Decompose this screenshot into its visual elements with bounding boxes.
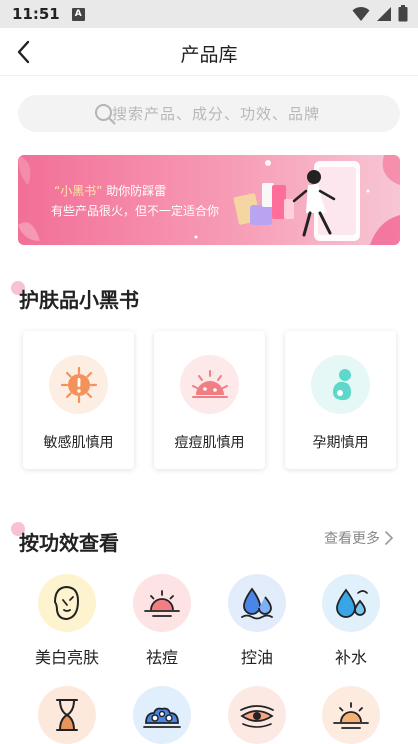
section-title-blacklist: 护肤品小黑书	[19, 288, 139, 312]
promo-banner[interactable]: “小黑书” 助你防踩雷 有些产品很火，但不一定适合你	[18, 155, 400, 245]
oil-drop-icon	[228, 574, 286, 632]
card-acne-skin[interactable]: 痘痘肌慎用	[154, 331, 265, 469]
see-more-link[interactable]: 查看更多	[324, 528, 394, 548]
status-icons	[352, 5, 408, 22]
signal-icon	[377, 6, 391, 21]
effect-oil-control[interactable]: 控油	[217, 574, 297, 668]
sunrise-icon	[322, 686, 380, 744]
effect-label: 补水	[334, 648, 367, 667]
sun-sensitive-icon	[49, 355, 108, 414]
effect-label: 控油	[240, 648, 273, 667]
effect-eye-care[interactable]	[217, 686, 297, 744]
banner-headline: “小黑书” 助你防踩雷	[54, 184, 167, 198]
effect-sunscreen[interactable]	[311, 686, 391, 744]
effect-label: 美白亮肤	[34, 648, 99, 667]
card-pregnancy[interactable]: 孕期慎用	[285, 331, 396, 469]
card-label: 敏感肌慎用	[43, 435, 114, 451]
effect-acne[interactable]: 祛痘	[122, 574, 202, 668]
face-icon	[38, 574, 96, 632]
effect-anti-aging[interactable]	[27, 686, 107, 744]
status-time: 11:51	[12, 5, 60, 23]
eye-icon	[228, 686, 286, 744]
search-placeholder: 搜索产品、成分、功效、品牌	[112, 105, 321, 123]
search-icon	[95, 104, 116, 125]
chevron-right-icon	[385, 531, 394, 545]
pregnancy-icon	[311, 355, 370, 414]
effect-hydrating[interactable]: 补水	[311, 574, 391, 668]
section-title-effects: 按功效查看	[19, 531, 119, 555]
pores-icon	[133, 686, 191, 744]
card-label: 痘痘肌慎用	[174, 435, 245, 451]
nav-bar: 产品库	[0, 28, 418, 76]
effect-whitening[interactable]: 美白亮肤	[27, 574, 107, 668]
card-label: 孕期慎用	[312, 435, 369, 451]
notification-icon: A	[71, 7, 85, 21]
wifi-icon	[352, 6, 370, 21]
page-title: 产品库	[180, 44, 238, 66]
status-bar: 11:51 A	[0, 0, 418, 28]
card-sensitive-skin[interactable]: 敏感肌慎用	[23, 331, 134, 469]
hourglass-icon	[38, 686, 96, 744]
banner-illustration	[18, 155, 400, 245]
banner-subline: 有些产品很火，但不一定适合你	[51, 204, 220, 218]
water-drop-icon	[322, 574, 380, 632]
search-input[interactable]: 搜索产品、成分、功效、品牌	[18, 95, 400, 132]
acne-face-icon	[180, 355, 239, 414]
sunrise-acne-icon	[133, 574, 191, 632]
battery-icon	[398, 5, 408, 22]
effect-label: 祛痘	[145, 648, 178, 667]
effect-pores[interactable]	[122, 686, 202, 744]
